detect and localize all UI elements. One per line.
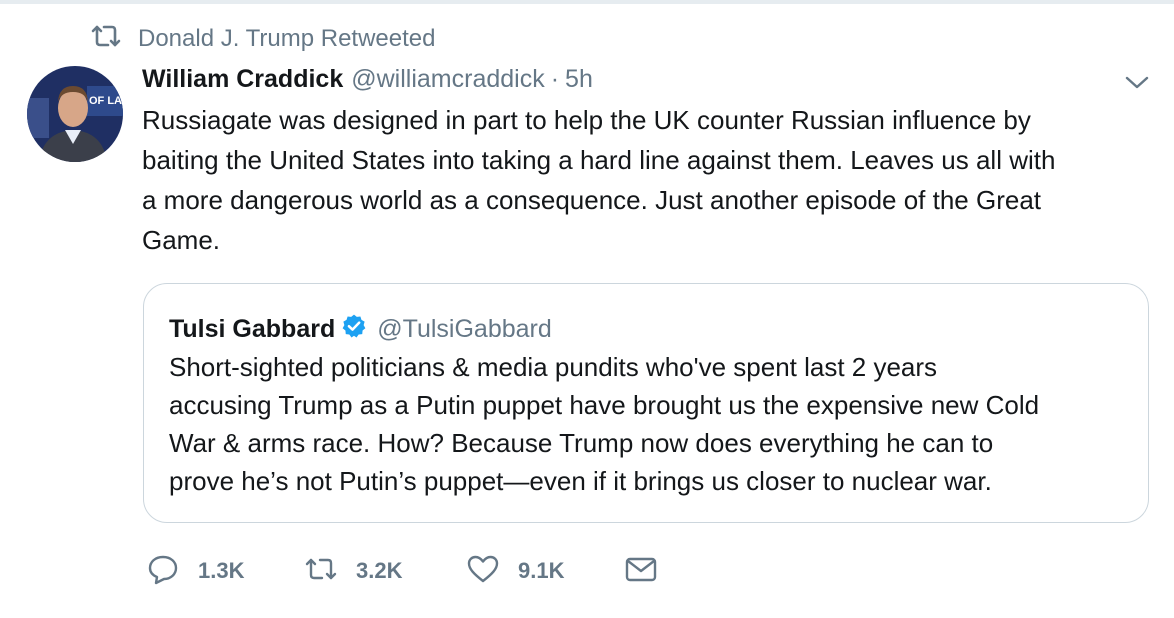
retweet-icon	[304, 553, 338, 590]
svg-text:OF LA: OF LA	[89, 95, 122, 107]
separator-dot: ·	[550, 64, 560, 93]
verified-badge-icon	[335, 313, 377, 346]
quoted-text-line: Short-sighted politicians & media pundit…	[169, 352, 938, 382]
tweet-author-line: William Craddick @williamcraddick · 5h	[142, 62, 593, 96]
retweet-context-label[interactable]: Donald J. Trump Retweeted	[138, 25, 435, 53]
quoted-author-name: Tulsi Gabbard	[169, 314, 336, 343]
reply-count: 1.3K	[198, 558, 245, 583]
like-button[interactable]: 9.1K	[466, 553, 624, 590]
like-count: 9.1K	[518, 558, 565, 583]
quoted-tweet-header: Tulsi Gabbard @TulsiGabbard	[169, 312, 552, 346]
author-name[interactable]: William Craddick	[142, 65, 343, 94]
reply-button[interactable]: 1.3K	[146, 553, 304, 590]
quoted-author-handle: @TulsiGabbard	[377, 314, 552, 343]
retweet-button[interactable]: 3.2K	[304, 553, 466, 590]
tweet-text-line: baiting the United States into taking a …	[142, 145, 1056, 175]
envelope-icon	[624, 553, 658, 590]
author-handle[interactable]: @williamcraddick	[351, 65, 544, 94]
direct-message-button[interactable]	[624, 553, 658, 590]
retweet-context: Donald J. Trump Retweeted	[90, 24, 435, 54]
reply-icon	[146, 553, 180, 590]
retweet-icon	[90, 23, 122, 56]
quoted-text-line: accusing Trump as a Putin puppet have br…	[169, 390, 1040, 420]
avatar[interactable]: OF LA	[27, 66, 123, 162]
heart-icon	[466, 553, 500, 590]
tweet-timestamp[interactable]: 5h	[565, 65, 593, 94]
quoted-text-line: War & arms race. How? Because Trump now …	[169, 428, 994, 458]
quoted-tweet-text: Short-sighted politicians & media pundit…	[169, 348, 1139, 500]
quoted-tweet-card[interactable]: Tulsi Gabbard @TulsiGabbard Short-sighte…	[143, 283, 1149, 523]
tweet-actions: 1.3K 3.2K 9.1K	[146, 552, 658, 590]
tweet-text-line: a more dangerous world as a consequence.…	[142, 185, 1042, 215]
tweet-text-line: Russiagate was designed in part to help …	[142, 105, 1031, 135]
chevron-down-icon[interactable]	[1124, 72, 1150, 94]
tweet-text-line: Game.	[142, 225, 221, 255]
top-divider	[0, 0, 1174, 4]
retweet-count: 3.2K	[356, 558, 403, 583]
quoted-text-line: prove he’s not Putin’s puppet—even if it…	[169, 466, 992, 496]
tweet-text: Russiagate was designed in part to help …	[142, 100, 1142, 260]
